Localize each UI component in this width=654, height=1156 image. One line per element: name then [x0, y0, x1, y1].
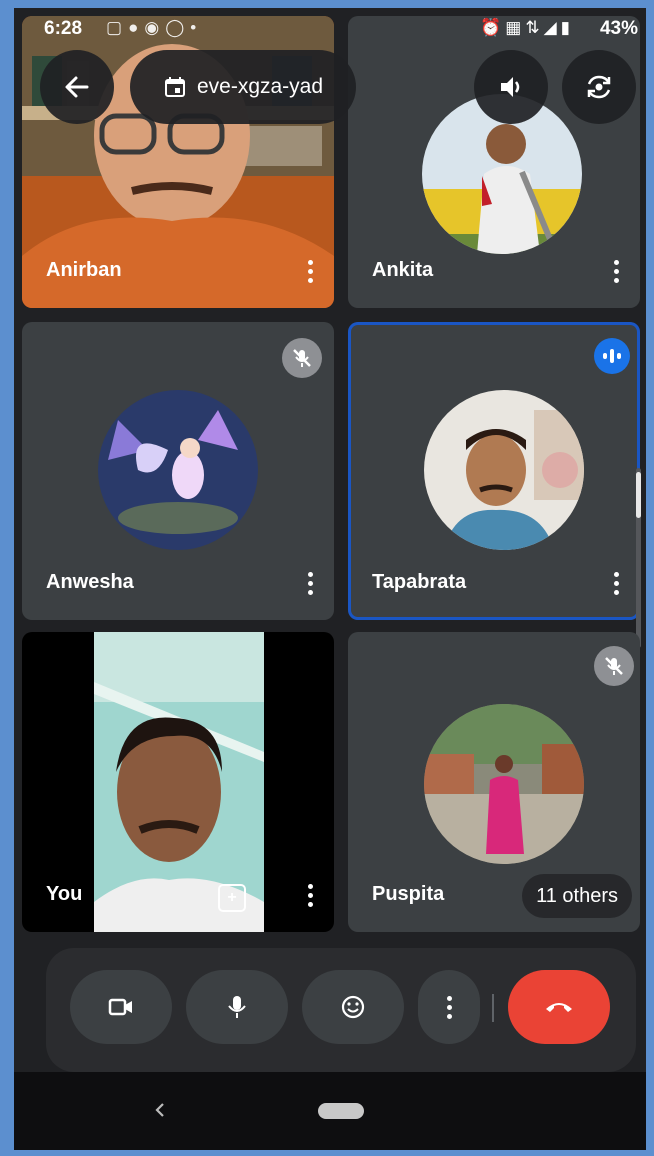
- 4g-icon: ⇅: [525, 18, 544, 37]
- speaker-button[interactable]: [474, 50, 548, 124]
- call-controls-bar: [46, 948, 636, 1072]
- battery-icon: ▮: [560, 18, 574, 37]
- more-options-button[interactable]: [418, 970, 480, 1044]
- nav-back-icon[interactable]: [150, 1100, 170, 1120]
- whatsapp-icon: ◯: [165, 18, 191, 37]
- back-button[interactable]: [40, 50, 114, 124]
- arrow-back-icon: [65, 76, 89, 98]
- volume-icon: [501, 77, 520, 97]
- participant-name: Puspita: [372, 883, 445, 905]
- navigation-bar: [14, 1072, 646, 1150]
- meeting-code-chip[interactable]: eve-xgza-yad: [130, 50, 356, 124]
- home-pill-icon[interactable]: [318, 1103, 364, 1119]
- video-camera-icon: [108, 998, 132, 1016]
- dot-icon: •: [190, 18, 203, 37]
- others-count-button[interactable]: 11 others: [522, 874, 632, 918]
- eye-icon: ◉: [144, 18, 166, 37]
- camera-toggle-button[interactable]: [70, 970, 172, 1044]
- more-vert-icon[interactable]: [606, 254, 626, 288]
- battery-percent: 43%: [599, 18, 638, 39]
- participant-name: Anirban: [46, 259, 122, 281]
- mic-toggle-button[interactable]: [186, 970, 288, 1044]
- participant-name: Anwesha: [46, 571, 134, 593]
- participant-tile-self[interactable]: You +: [22, 632, 334, 932]
- reactions-button[interactable]: [302, 970, 404, 1044]
- chat-icon: ●: [128, 18, 145, 37]
- alarm-icon: ⏰: [480, 18, 506, 37]
- microphone-icon: [228, 996, 246, 1018]
- more-vert-icon: [446, 995, 452, 1019]
- participant-name: Tapabrata: [372, 571, 467, 593]
- more-vert-icon[interactable]: [606, 566, 626, 600]
- participant-name: Ankita: [372, 259, 434, 281]
- mic-off-icon: [594, 646, 634, 686]
- hd-icon: ▦: [505, 18, 526, 37]
- participant-name: You: [46, 883, 83, 905]
- notification-icons: ▢●◉◯•: [106, 18, 202, 38]
- controls-divider: [492, 994, 494, 1022]
- speaking-indicator-icon: [594, 338, 630, 374]
- participant-tile-tapabrata[interactable]: Tapabrata: [348, 322, 640, 620]
- scrollbar[interactable]: [636, 468, 641, 648]
- end-call-button[interactable]: [508, 970, 610, 1044]
- system-icons: ⏰▦⇅◢▮: [480, 18, 574, 38]
- emoji-icon: [341, 995, 365, 1019]
- avatar-puspita: [424, 704, 584, 864]
- signal-icon: ◢: [543, 18, 561, 37]
- meeting-code: eve-xgza-yad: [196, 75, 324, 98]
- participant-tile-anwesha[interactable]: Anwesha: [22, 322, 334, 620]
- self-view-toggle-icon[interactable]: +: [218, 884, 246, 912]
- avatar-anwesha: [98, 390, 258, 550]
- switch-camera-button[interactable]: [562, 50, 636, 124]
- message-icon: ▢: [106, 18, 129, 37]
- more-vert-icon[interactable]: [300, 878, 320, 912]
- more-vert-icon[interactable]: [300, 566, 320, 600]
- status-bar: 6:28 ▢●◉◯• ⏰▦⇅◢▮ 43%: [14, 8, 646, 48]
- participant-tile-puspita[interactable]: Puspita 11 others: [348, 632, 640, 932]
- avatar-tapabrata: [424, 390, 584, 550]
- status-time: 6:28: [44, 18, 83, 39]
- phone-screen: Anirban Ankita Anwesha Tapabrata You + P…: [14, 8, 646, 1150]
- call-end-icon: [546, 1003, 572, 1012]
- calendar-icon: [164, 77, 185, 97]
- more-vert-icon[interactable]: [300, 254, 320, 288]
- mic-off-icon: [282, 338, 322, 378]
- others-count-label: 11 others: [536, 884, 618, 907]
- camera-switch-icon: [587, 75, 611, 99]
